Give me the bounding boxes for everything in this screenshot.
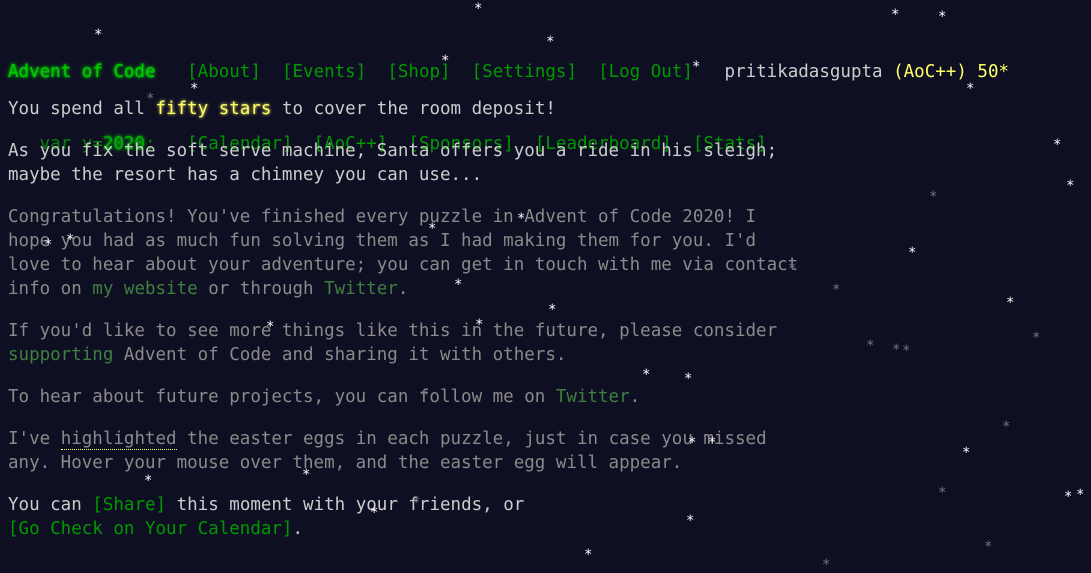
calendar-link[interactable]: [Go Check on Your Calendar] bbox=[8, 519, 292, 539]
snowflake-icon: * bbox=[1006, 295, 1015, 311]
snowflake-icon: * bbox=[1053, 137, 1062, 153]
deposit-paragraph: You spend all fifty stars to cover the r… bbox=[8, 97, 858, 121]
highlighted-easter-egg[interactable]: highlighted bbox=[60, 429, 177, 450]
username: pritikadasgupta bbox=[724, 62, 883, 82]
share-link[interactable]: [Share] bbox=[92, 495, 166, 515]
snowflake-icon: * bbox=[929, 189, 938, 205]
main-nav: [About] [Events] [Shop] [Settings] [Log … bbox=[187, 62, 693, 82]
sleigh-line-1: As you fix the soft serve machine, Santa… bbox=[8, 141, 778, 161]
follow-end: . bbox=[629, 387, 641, 407]
supporting-link[interactable]: supporting bbox=[8, 345, 113, 365]
congrats-mid: or through bbox=[197, 279, 325, 299]
site-logo-link[interactable]: Advent of Code bbox=[8, 62, 156, 82]
snowflake-icon: * bbox=[1032, 330, 1041, 346]
main-content: You spend all fifty stars to cover the r… bbox=[8, 97, 858, 559]
congrats-line-3: love to hear about your adventure; you c… bbox=[8, 255, 799, 275]
nav-shop-link[interactable]: [Shop] bbox=[387, 62, 450, 82]
sleigh-line-2: maybe the resort has a chimney you can u… bbox=[8, 165, 483, 185]
supporter-badge: (AoC++) bbox=[893, 62, 967, 82]
deposit-text-end: to cover the room deposit! bbox=[271, 99, 556, 119]
snowflake-icon: * bbox=[1064, 489, 1073, 505]
deposit-text: You spend all bbox=[8, 99, 156, 119]
snowflake-icon: * bbox=[1002, 419, 1011, 435]
header-row-1: Advent of Code [About] [Events] [Shop] [… bbox=[8, 60, 1009, 84]
share-paragraph: You can [Share] this moment with your fr… bbox=[8, 493, 858, 541]
twitter-link-follow[interactable]: Twitter bbox=[556, 387, 630, 407]
snowflake-icon: * bbox=[902, 343, 911, 359]
share-pre: You can bbox=[8, 495, 93, 515]
congrats-line-2: hope you had as much fun solving them as… bbox=[8, 231, 757, 251]
follow-text: To hear about future projects, you can f… bbox=[8, 387, 556, 407]
easter-egg-paragraph: I've highlighted the easter eggs in each… bbox=[8, 427, 858, 475]
sleigh-paragraph: As you fix the soft serve machine, Santa… bbox=[8, 139, 858, 187]
follow-paragraph: To hear about future projects, you can f… bbox=[8, 385, 858, 409]
snowflake-icon: * bbox=[892, 342, 901, 358]
my-website-link[interactable]: my website bbox=[92, 279, 197, 299]
congrats-line-1: Congratulations! You've finished every p… bbox=[8, 207, 757, 227]
nav-events-link[interactable]: [Events] bbox=[282, 62, 366, 82]
nav-about-link[interactable]: [About] bbox=[187, 62, 261, 82]
snowflake-icon: * bbox=[1066, 178, 1075, 194]
support-line-2: Advent of Code and sharing it with other… bbox=[113, 345, 567, 365]
snowflake-icon: * bbox=[822, 557, 831, 573]
congrats-line-4: info on bbox=[8, 279, 93, 299]
snowflake-icon: * bbox=[1076, 487, 1085, 503]
share-end: . bbox=[292, 519, 304, 539]
snowflake-icon: * bbox=[938, 485, 947, 501]
support-paragraph: If you'd like to see more things like th… bbox=[8, 319, 858, 367]
twitter-link-contact[interactable]: Twitter bbox=[324, 279, 398, 299]
congrats-paragraph: Congratulations! You've finished every p… bbox=[8, 205, 858, 301]
snowflake-icon: * bbox=[984, 539, 993, 555]
congrats-end: . bbox=[397, 279, 409, 299]
snowflake-icon: * bbox=[962, 445, 971, 461]
easter-egg-line-1: the easter eggs in each puzzle, just in … bbox=[176, 429, 767, 449]
easter-egg-line-2: any. Hover your mouse over them, and the… bbox=[8, 453, 683, 473]
snowflake-icon: * bbox=[866, 338, 875, 354]
star-count: 50* bbox=[977, 62, 1010, 82]
snowflake-icon: * bbox=[908, 245, 917, 261]
share-post: this moment with your friends, or bbox=[166, 495, 525, 515]
nav-settings-link[interactable]: [Settings] bbox=[472, 62, 577, 82]
fifty-stars-highlight: fifty stars bbox=[155, 99, 272, 119]
easter-egg-pre: I've bbox=[8, 429, 61, 449]
nav-logout-link[interactable]: [Log Out] bbox=[598, 62, 693, 82]
support-line-1: If you'd like to see more things like th… bbox=[8, 321, 778, 341]
